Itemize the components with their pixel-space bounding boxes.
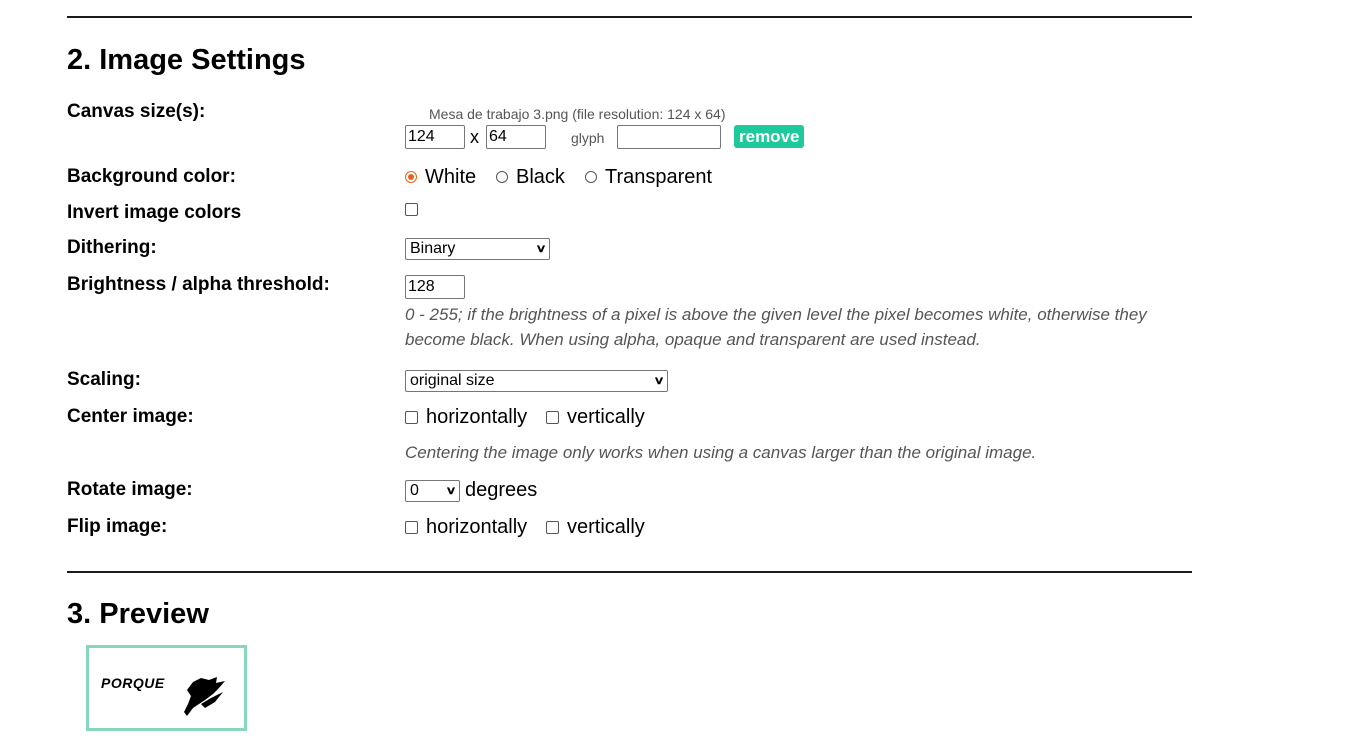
radio-black[interactable]: [496, 171, 508, 183]
rotate-unit-label: degrees: [465, 479, 538, 501]
preview-shape-icon: [184, 677, 225, 716]
rotate-select[interactable]: 0 ∨: [405, 480, 460, 502]
dithering-select[interactable]: Binary ∨: [405, 238, 550, 260]
threshold-note-line1: 0 - 255; if the brightness of a pixel is…: [405, 305, 1147, 324]
canvas-size-separator: x: [470, 127, 479, 147]
scaling-select[interactable]: original size ∨: [405, 370, 668, 392]
center-horizontal-checkbox[interactable]: [405, 410, 418, 424]
invert-colors-label: Invert image colors: [67, 202, 242, 223]
background-option-white-label: White: [425, 166, 477, 188]
flip-horizontal-option[interactable]: horizontally: [405, 516, 527, 538]
center-horizontal-label: horizontally: [426, 406, 528, 428]
flip-horizontal-label: horizontally: [426, 516, 528, 538]
preview-text: PORQUE: [101, 675, 165, 691]
flip-image-label: Flip image:: [67, 516, 168, 537]
flip-vertical-option[interactable]: vertically: [546, 516, 645, 538]
background-option-transparent-label: Transparent: [605, 166, 713, 188]
background-option-black[interactable]: Black: [496, 166, 565, 188]
section-title-preview: 3. Preview: [67, 598, 209, 630]
background-option-transparent[interactable]: Transparent: [585, 166, 712, 188]
chevron-down-icon: ∨: [653, 375, 665, 387]
remove-button[interactable]: remove: [734, 125, 805, 148]
canvas-width-input[interactable]: [405, 125, 465, 149]
section-divider-top: [67, 16, 1192, 18]
file-info-text: Mesa de trabajo 3.png (file resolution: …: [429, 106, 726, 122]
rotate-image-label: Rotate image:: [67, 479, 193, 500]
canvas-size-label: Canvas size(s):: [67, 101, 206, 122]
dithering-select-value: Binary: [410, 240, 456, 257]
threshold-label: Brightness / alpha threshold:: [67, 274, 330, 295]
canvas-height-input[interactable]: [486, 125, 546, 149]
background-color-label: Background color:: [67, 166, 236, 187]
chevron-down-icon: ∨: [535, 243, 547, 255]
center-image-label: Center image:: [67, 406, 194, 427]
background-option-white[interactable]: White: [405, 166, 476, 188]
invert-colors-checkbox[interactable]: [405, 203, 418, 216]
flip-horizontal-checkbox[interactable]: [405, 520, 418, 534]
background-option-black-label: Black: [516, 166, 565, 188]
rotate-select-value: 0: [410, 482, 419, 499]
center-vertical-checkbox[interactable]: [546, 410, 559, 424]
flip-vertical-checkbox[interactable]: [546, 520, 559, 534]
center-horizontal-option[interactable]: horizontally: [405, 406, 527, 428]
threshold-note-line2: become black. When using alpha, opaque a…: [405, 330, 981, 349]
radio-white[interactable]: [405, 171, 417, 183]
chevron-down-icon: ∨: [445, 485, 457, 497]
section-divider-preview: [67, 571, 1192, 573]
dithering-label: Dithering:: [67, 237, 157, 258]
preview-canvas: PORQUE: [86, 645, 247, 731]
threshold-input[interactable]: [405, 275, 465, 299]
section-title-image-settings: 2. Image Settings: [67, 44, 306, 76]
scaling-label: Scaling:: [67, 369, 141, 390]
invert-colors-option[interactable]: [405, 203, 426, 216]
flip-vertical-label: vertically: [567, 516, 645, 538]
glyph-input[interactable]: [617, 125, 721, 149]
glyph-label: glyph: [571, 130, 605, 146]
radio-transparent[interactable]: [585, 171, 597, 183]
scaling-select-value: original size: [410, 372, 495, 389]
center-vertical-label: vertically: [567, 406, 645, 428]
center-note: Centering the image only works when usin…: [405, 443, 1037, 462]
center-vertical-option[interactable]: vertically: [546, 406, 645, 428]
